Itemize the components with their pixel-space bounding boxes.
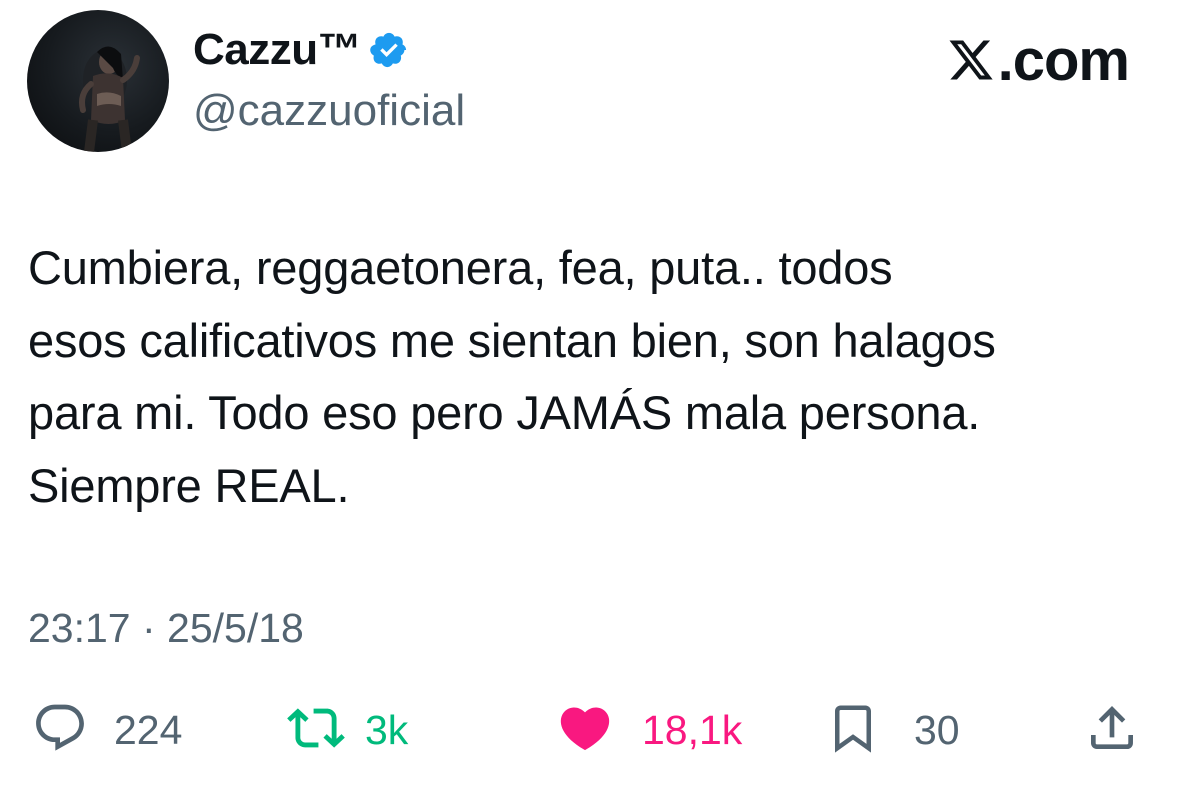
bookmark-button[interactable]: 30 (826, 690, 960, 770)
tweet-text-line: esos calificativos me sientan bien, son … (28, 313, 996, 367)
bookmark-count: 30 (914, 707, 960, 753)
tweet-timestamp[interactable]: 23:17 · 25/5/18 (28, 603, 304, 653)
retweet-button[interactable]: 3k (287, 690, 408, 770)
avatar-photo (79, 46, 140, 152)
retweet-count: 3k (365, 707, 409, 753)
reply-button[interactable]: 224 (32, 690, 182, 770)
like-button[interactable]: 18,1k (556, 690, 742, 770)
brand-logo: .com (946, 28, 1130, 93)
brand-label: .com (997, 28, 1130, 93)
action-bar: 224 3k 18,1k 30 (0, 690, 1178, 770)
share-button[interactable] (1084, 690, 1140, 770)
tweet-text-line: Cumbiera, reggaetonera, fea, puta.. todo… (28, 241, 893, 294)
share-icon (1084, 700, 1140, 761)
display-name[interactable]: Cazzu™ (193, 26, 362, 74)
bookmark-icon (826, 701, 880, 760)
reply-icon (32, 700, 88, 761)
tweet-text-line: para mi. Todo eso pero JAMÁS mala person… (28, 386, 981, 439)
like-count: 18,1k (642, 707, 743, 753)
author-name-row: Cazzu™ (193, 26, 409, 74)
tweet-card: Cazzu™ @cazzuoficial .com Cumbiera, regg… (0, 0, 1178, 787)
tweet-text-line: Siempre REAL. (28, 458, 350, 512)
reply-count: 224 (114, 707, 183, 753)
x-logo-icon (946, 34, 996, 82)
avatar[interactable] (27, 10, 169, 152)
heart-icon (556, 699, 614, 762)
verified-badge-icon (369, 30, 409, 70)
author-handle[interactable]: @cazzuoficial (193, 86, 465, 136)
retweet-icon (287, 699, 345, 762)
tweet-text: Cumbiera, reggaetonera, fea, puta.. todo… (28, 232, 1158, 522)
